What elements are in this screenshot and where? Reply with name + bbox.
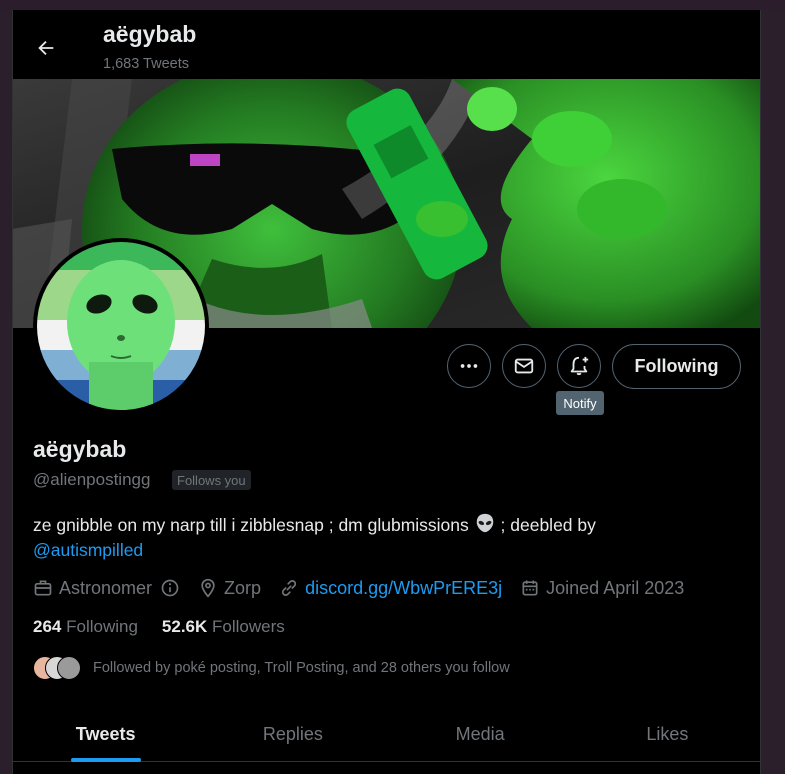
envelope-icon bbox=[514, 358, 534, 374]
arrow-left-icon bbox=[38, 40, 54, 56]
link-icon bbox=[281, 580, 297, 596]
profile-handle: @alienpostingg bbox=[33, 470, 151, 489]
avatar-image bbox=[37, 242, 205, 410]
location-label: Zorp bbox=[224, 577, 262, 598]
follows-you-badge: Follows you bbox=[172, 470, 251, 490]
column-border-right bbox=[760, 10, 761, 774]
location-pin-icon bbox=[201, 578, 215, 598]
notify-tooltip: Notify bbox=[556, 391, 604, 415]
bio-mid-text: ; deebled by bbox=[500, 515, 596, 535]
profile-display-name: aëgybab bbox=[33, 436, 127, 462]
profile-bio: ze gnibble on my narp till i zibblesnap … bbox=[33, 512, 733, 563]
following-stat-label: Following bbox=[66, 617, 138, 636]
briefcase-icon bbox=[34, 580, 52, 596]
profile-tabs: Tweets Replies Media Likes bbox=[12, 708, 761, 762]
profile-avatar[interactable] bbox=[33, 238, 209, 414]
profile-column: aëgybab 1,683 Tweets Following Notify aë… bbox=[12, 10, 761, 774]
tab-label: Tweets bbox=[75, 724, 136, 744]
info-icon[interactable] bbox=[160, 578, 180, 598]
followers-stat-label: Followers bbox=[212, 617, 285, 636]
header-tweet-count: 1,683 Tweets bbox=[103, 56, 189, 72]
profile-meta: Astronomer Zorp discord.gg/WbwPrERE3j Jo… bbox=[33, 576, 702, 600]
website-item: discord.gg/WbwPrERE3j bbox=[279, 578, 502, 599]
following-button[interactable]: Following bbox=[612, 344, 741, 389]
alien-emoji-icon bbox=[476, 513, 493, 533]
tab-media[interactable]: Media bbox=[387, 708, 574, 761]
location-item: Zorp bbox=[198, 578, 261, 599]
website-link[interactable]: discord.gg/WbwPrERE3j bbox=[305, 578, 502, 599]
bio-text: ze gnibble on my narp till i zibblesnap … bbox=[33, 515, 469, 535]
more-horizontal-icon bbox=[460, 364, 478, 368]
following-stat-link[interactable]: 264 Following bbox=[33, 617, 138, 637]
profession-label: Astronomer bbox=[59, 577, 153, 598]
bio-mention-link[interactable]: @autismpilled bbox=[33, 540, 143, 560]
followed-by-row[interactable]: Followed by poké posting, Troll Posting,… bbox=[33, 654, 510, 682]
active-tab-indicator bbox=[70, 758, 141, 762]
profession-item: Astronomer bbox=[33, 578, 180, 599]
tab-tweets[interactable]: Tweets bbox=[12, 708, 199, 762]
followers-count: 52.6K bbox=[161, 617, 208, 636]
more-options-button[interactable] bbox=[447, 344, 491, 388]
followers-stat-link[interactable]: 52.6K Followers bbox=[162, 617, 285, 637]
joined-label: Joined April 2023 bbox=[546, 577, 685, 598]
calendar-icon bbox=[522, 580, 538, 596]
tab-label: Media bbox=[455, 724, 505, 744]
joined-item: Joined April 2023 bbox=[520, 578, 684, 599]
tab-replies[interactable]: Replies bbox=[199, 708, 386, 761]
following-count: 264 bbox=[33, 617, 62, 636]
column-border-left bbox=[12, 10, 13, 774]
tab-likes[interactable]: Likes bbox=[574, 708, 761, 761]
mutual-avatar bbox=[57, 656, 81, 680]
message-button[interactable] bbox=[502, 344, 546, 388]
profile-header: aëgybab 1,683 Tweets bbox=[12, 10, 761, 79]
window-top-strip bbox=[0, 0, 785, 10]
notify-button[interactable] bbox=[557, 344, 601, 388]
bell-plus-icon bbox=[570, 356, 589, 376]
mutual-avatars bbox=[33, 656, 81, 680]
header-display-name: aëgybab bbox=[103, 21, 197, 47]
followed-by-text: Followed by poké posting, Troll Posting,… bbox=[93, 660, 510, 676]
tab-label: Likes bbox=[646, 724, 689, 744]
profile-stats: 264 Following 52.6K Followers bbox=[33, 617, 309, 637]
back-button[interactable] bbox=[30, 32, 62, 64]
tab-label: Replies bbox=[262, 724, 323, 744]
